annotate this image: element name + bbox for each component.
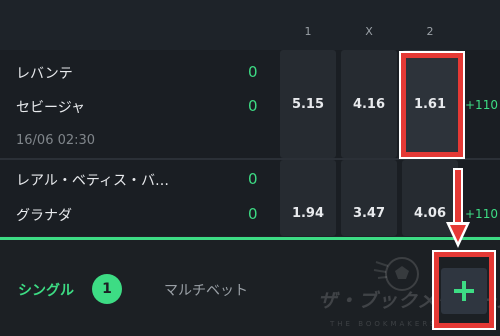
away-team-score: 0 (248, 205, 258, 223)
odds-home-button[interactable]: 5.15 (280, 50, 336, 158)
match-start-time: 16/06 02:30 (16, 133, 96, 148)
add-to-betslip-button[interactable] (441, 268, 487, 314)
match-row[interactable]: レバンテ 0 セビージャ 0 16/06 02:30 5.15 4.16 1.6… (0, 50, 500, 158)
watermark-logo-subtitle: THE BOOKMAKERS (330, 320, 438, 328)
single-count-badge: 1 (92, 274, 122, 304)
home-team-name: レバンテ (16, 66, 73, 82)
more-markets-link[interactable]: +110 (465, 98, 498, 112)
home-team-score: 0 (248, 170, 258, 188)
column-home-label: 1 (304, 25, 312, 38)
match-row[interactable]: レアル・ベティス・バ… 0 グラナダ 0 1.94 3.47 4.06 +110 (0, 160, 500, 236)
away-team-score: 0 (248, 97, 258, 115)
odds-home-button[interactable]: 1.94 (280, 160, 336, 236)
odds-draw-button[interactable]: 4.16 (341, 50, 397, 158)
column-draw-label: X (365, 25, 373, 38)
odds-away-button[interactable]: 1.61 (402, 50, 458, 158)
arrow-down-icon (446, 168, 470, 256)
betslip-bar: ザ・ブックメーカーズ THE BOOKMAKERS シングル 1 マルチベット (0, 240, 500, 336)
odds-value: 4.16 (352, 97, 386, 112)
odds-value: 3.47 (352, 206, 386, 221)
away-team-name: グラナダ (16, 208, 72, 224)
odds-value: 5.15 (291, 97, 325, 112)
odds-column-header: 1 X 2 (0, 0, 500, 50)
home-team-score: 0 (248, 63, 258, 81)
odds-value: 1.61 (413, 97, 447, 112)
away-team-name: セビージャ (16, 100, 86, 116)
home-team-name: レアル・ベティス・バ… (16, 173, 170, 189)
tab-single[interactable]: シングル (18, 280, 74, 300)
tab-multibet[interactable]: マルチベット (164, 280, 248, 300)
odds-draw-button[interactable]: 3.47 (341, 160, 397, 236)
plus-icon (454, 281, 474, 301)
odds-value: 1.94 (291, 206, 325, 221)
column-away-label: 2 (426, 25, 434, 38)
